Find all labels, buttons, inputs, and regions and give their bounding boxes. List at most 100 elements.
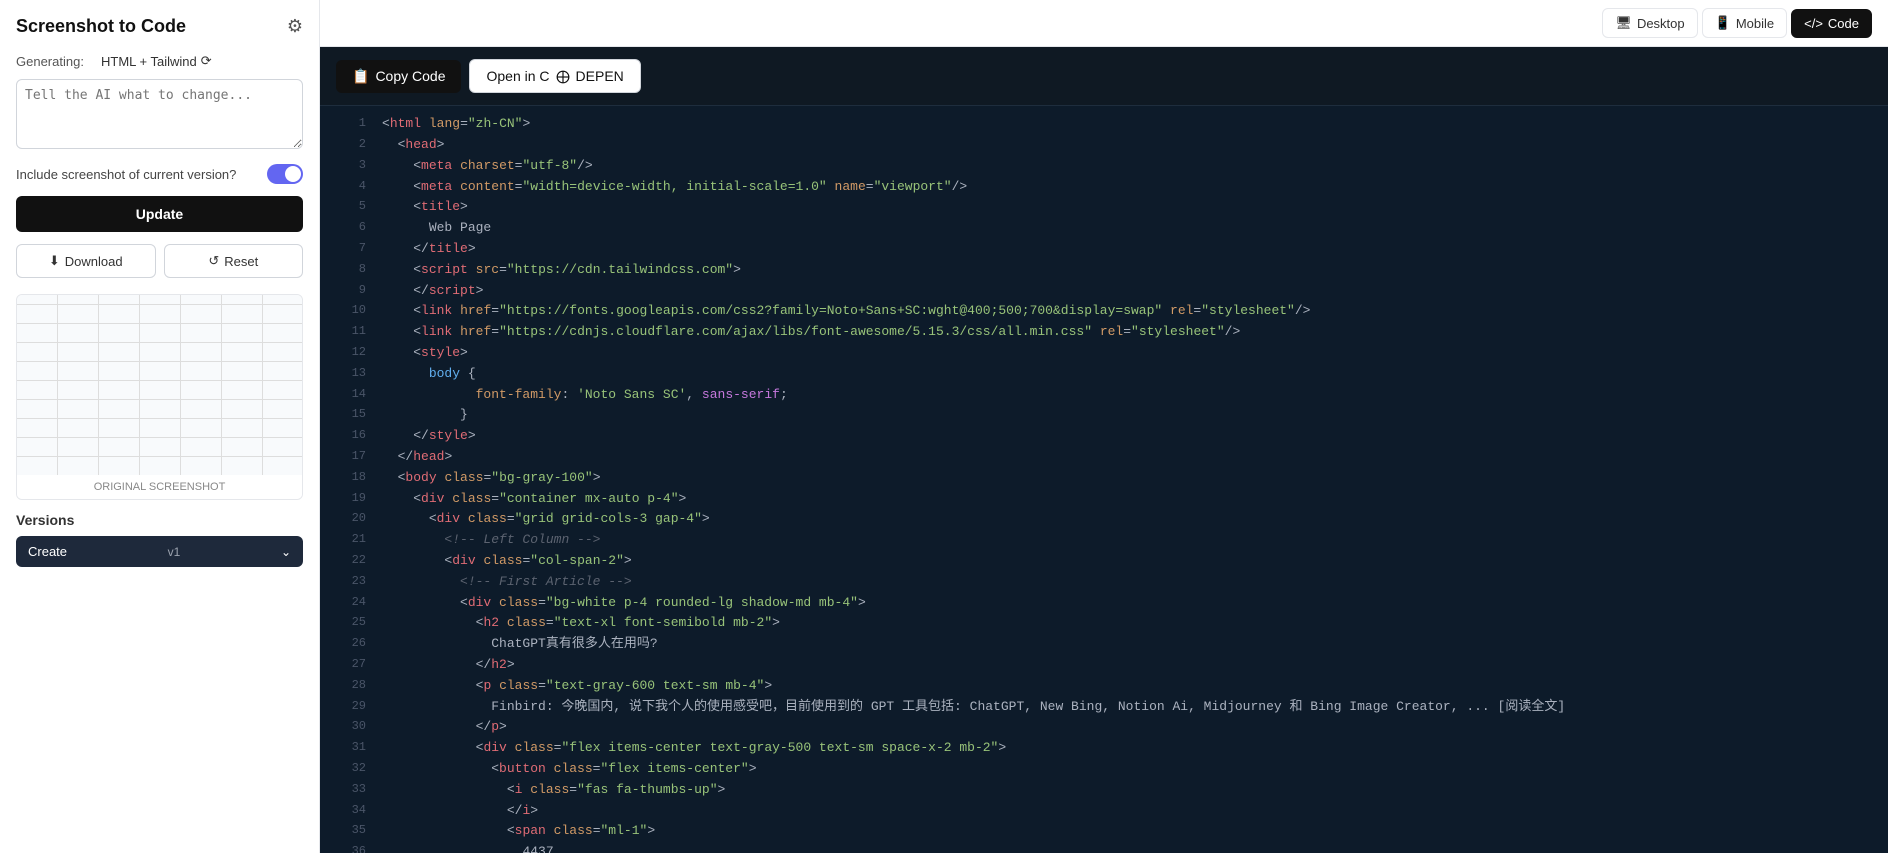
line-content: <span class="ml-1">: [382, 821, 655, 842]
toggle-row: Include screenshot of current version?: [16, 164, 303, 184]
line-number: 13: [336, 364, 366, 385]
code-line: 14 font-family: 'Noto Sans SC', sans-ser…: [320, 385, 1888, 406]
code-line: 31 <div class="flex items-center text-gr…: [320, 738, 1888, 759]
line-number: 34: [336, 801, 366, 822]
line-content: <title>: [382, 197, 468, 218]
mobile-label: Mobile: [1736, 16, 1774, 31]
version-item[interactable]: Create v1 ⌄: [16, 536, 303, 567]
line-number: 35: [336, 821, 366, 842]
code-line: 30 </p>: [320, 717, 1888, 738]
line-content: <div class="bg-white p-4 rounded-lg shad…: [382, 593, 866, 614]
line-number: 22: [336, 551, 366, 572]
right-panel: 🖥 Desktop 📱 Mobile </> Code 📋 Copy Code …: [320, 0, 1888, 853]
line-content: Finbird: 今晚国内, 说下我个人的使用感受吧，目前使用到的 GPT 工具…: [382, 697, 1565, 718]
left-panel: Screenshot to Code ⚙ Generating: HTML + …: [0, 0, 320, 853]
line-content: <p class="text-gray-600 text-sm mb-4">: [382, 676, 772, 697]
line-number: 12: [336, 343, 366, 364]
code-line: 7 </title>: [320, 239, 1888, 260]
screenshot-content: [17, 295, 302, 475]
ai-input-wrapper: [16, 79, 303, 154]
desktop-label: Desktop: [1637, 16, 1685, 31]
code-line: 36 4437: [320, 842, 1888, 853]
update-button[interactable]: Update: [16, 196, 303, 232]
line-number: 23: [336, 572, 366, 593]
line-content: </i>: [382, 801, 538, 822]
line-content: <!-- First Article -->: [382, 572, 632, 593]
desktop-icon: 🖥: [1615, 15, 1632, 31]
line-number: 27: [336, 655, 366, 676]
line-content: <div class="col-span-2">: [382, 551, 632, 572]
line-content: </script>: [382, 281, 483, 302]
line-content: </p>: [382, 717, 507, 738]
line-content: <!-- Left Column -->: [382, 530, 600, 551]
code-line: 33 <i class="fas fa-thumbs-up">: [320, 780, 1888, 801]
line-number: 1: [336, 114, 366, 135]
line-content: <script src="https://cdn.tailwindcss.com…: [382, 260, 741, 281]
line-number: 21: [336, 530, 366, 551]
line-content: <div class="grid grid-cols-3 gap-4">: [382, 509, 710, 530]
screenshot-toggle[interactable]: [267, 164, 303, 184]
action-buttons: ⬇ Download ↺ Reset: [16, 244, 303, 278]
line-number: 25: [336, 613, 366, 634]
settings-icon[interactable]: ⚙: [287, 16, 303, 37]
mobile-view-button[interactable]: 📱 Mobile: [1702, 8, 1787, 38]
line-number: 19: [336, 489, 366, 510]
code-editor[interactable]: 1<html lang="zh-CN">2 <head>3 <meta char…: [320, 106, 1888, 853]
line-content: <button class="flex items-center">: [382, 759, 757, 780]
line-number: 20: [336, 509, 366, 530]
code-line: 23 <!-- First Article -->: [320, 572, 1888, 593]
code-line: 27 </h2>: [320, 655, 1888, 676]
code-line: 26 ChatGPT真有很多人在用吗?: [320, 634, 1888, 655]
copy-code-label: Copy Code: [375, 68, 445, 84]
code-line: 1<html lang="zh-CN">: [320, 114, 1888, 135]
chevron-icon: ⟳: [201, 53, 212, 69]
code-line: 2 <head>: [320, 135, 1888, 156]
ai-textarea[interactable]: [16, 79, 303, 149]
screenshot-preview: ORIGINAL SCREENSHOT: [16, 294, 303, 500]
line-number: 7: [336, 239, 366, 260]
code-line: 34 </i>: [320, 801, 1888, 822]
copy-icon: 📋: [352, 68, 369, 85]
reset-button[interactable]: ↺ Reset: [164, 244, 304, 278]
download-label: Download: [65, 254, 123, 269]
line-content: body {: [382, 364, 476, 385]
screenshot-image: [17, 295, 302, 475]
line-number: 15: [336, 405, 366, 426]
code-view-button[interactable]: </> Code: [1791, 9, 1872, 38]
app-title: Screenshot to Code: [16, 16, 186, 37]
depen-label: DEPEN: [576, 68, 624, 84]
line-content: 4437: [382, 842, 554, 853]
line-number: 6: [336, 218, 366, 239]
open-codepen-button[interactable]: Open in CDEPEN: [469, 59, 640, 93]
code-label: Code: [1828, 16, 1859, 31]
line-content: <div class="container mx-auto p-4">: [382, 489, 686, 510]
line-number: 26: [336, 634, 366, 655]
desktop-view-button[interactable]: 🖥 Desktop: [1602, 8, 1697, 38]
code-line: 22 <div class="col-span-2">: [320, 551, 1888, 572]
line-number: 17: [336, 447, 366, 468]
line-number: 4: [336, 177, 366, 198]
code-line: 5 <title>: [320, 197, 1888, 218]
code-line: 9 </script>: [320, 281, 1888, 302]
framework-select[interactable]: HTML + Tailwind ⟳: [101, 53, 212, 69]
download-button[interactable]: ⬇ Download: [16, 244, 156, 278]
line-number: 33: [336, 780, 366, 801]
line-content: </style>: [382, 426, 476, 447]
line-content: <meta content="width=device-width, initi…: [382, 177, 967, 198]
line-number: 31: [336, 738, 366, 759]
code-line: 19 <div class="container mx-auto p-4">: [320, 489, 1888, 510]
line-content: <meta charset="utf-8"/>: [382, 156, 593, 177]
code-line: 17 </head>: [320, 447, 1888, 468]
download-icon: ⬇: [49, 253, 60, 269]
line-number: 36: [336, 842, 366, 853]
code-line: 28 <p class="text-gray-600 text-sm mb-4"…: [320, 676, 1888, 697]
code-area: 📋 Copy Code Open in CDEPEN 1<html lang="…: [320, 47, 1888, 853]
code-toolbar: 📋 Copy Code Open in CDEPEN: [320, 47, 1888, 106]
code-line: 18 <body class="bg-gray-100">: [320, 468, 1888, 489]
framework-value: HTML + Tailwind: [101, 54, 197, 69]
code-line: 25 <h2 class="text-xl font-semibold mb-2…: [320, 613, 1888, 634]
mobile-icon: 📱: [1715, 15, 1731, 31]
reset-label: Reset: [224, 254, 258, 269]
copy-code-button[interactable]: 📋 Copy Code: [336, 60, 461, 93]
line-number: 10: [336, 301, 366, 322]
